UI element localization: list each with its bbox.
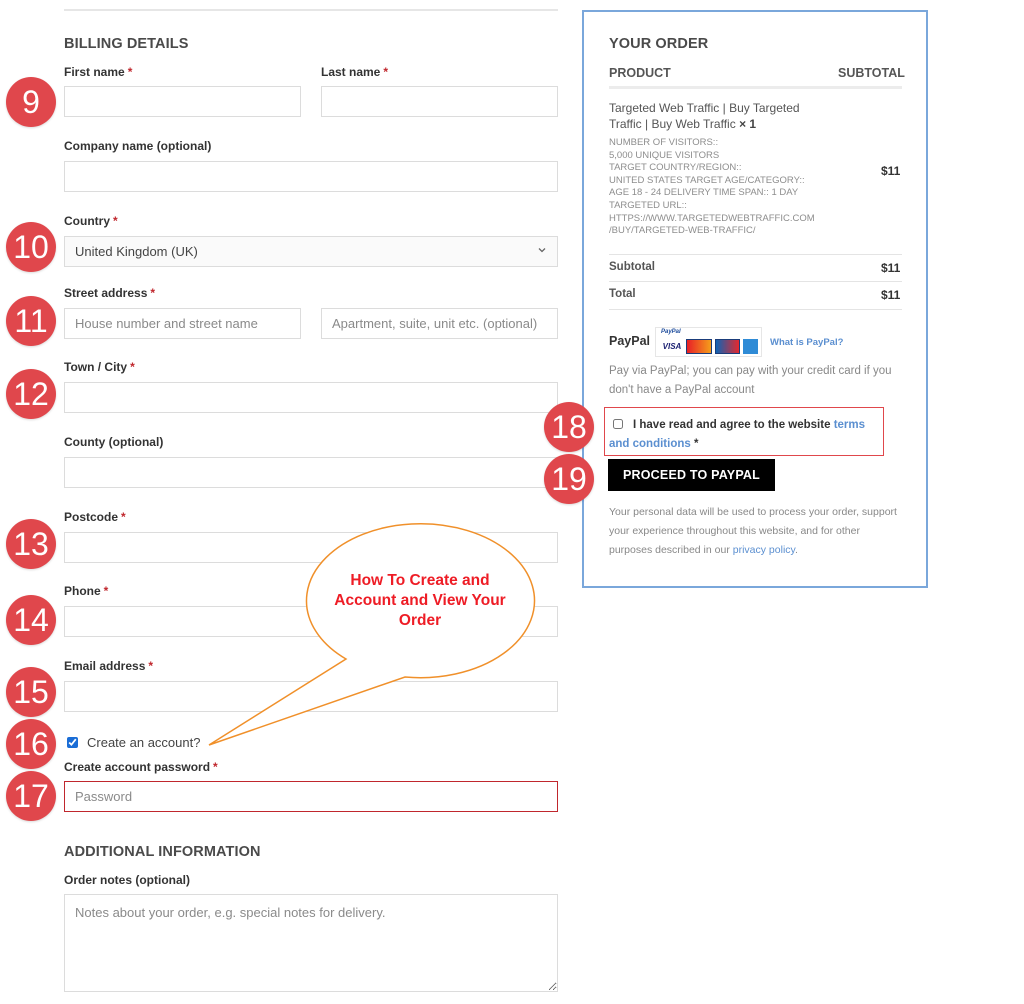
product-column-header: PRODUCT — [609, 66, 671, 80]
postcode-label: Postcode * — [64, 510, 126, 524]
visa-card-icon: VISA — [662, 342, 682, 351]
street-line1-input[interactable] — [64, 308, 301, 339]
additional-info-heading: ADDITIONAL INFORMATION — [64, 844, 261, 860]
step-badge: 13 — [6, 519, 56, 569]
payment-method-paypal[interactable]: PayPal — [609, 334, 650, 348]
proceed-to-paypal-button[interactable]: PROCEED TO PAYPAL — [608, 459, 775, 491]
last-name-label: Last name * — [321, 65, 389, 79]
company-label: Company name (optional) — [64, 139, 212, 153]
top-divider — [64, 9, 558, 11]
street-line2-input[interactable] — [321, 308, 558, 339]
row-divider — [609, 281, 902, 282]
required-mark: * — [383, 65, 389, 79]
first-name-label: First name * — [64, 65, 133, 79]
total-value: $11 — [881, 288, 901, 302]
postcode-input[interactable] — [64, 532, 558, 563]
chevron-down-icon — [538, 248, 546, 253]
email-input[interactable] — [64, 681, 558, 712]
required-mark: * — [127, 65, 133, 79]
company-input[interactable] — [64, 161, 558, 192]
maestro-card-icon — [715, 339, 740, 354]
town-label: Town / City * — [64, 360, 135, 374]
paypal-accepted-cards: PayPal VISA — [655, 327, 762, 357]
first-name-input[interactable] — [64, 86, 301, 117]
paypal-description: Pay via PayPal; you can pay with your cr… — [609, 365, 892, 396]
country-select[interactable]: United Kingdom (UK) — [64, 236, 558, 267]
billing-heading: BILLING DETAILS — [64, 36, 189, 52]
step-badge: 15 — [6, 667, 56, 717]
row-divider — [609, 254, 902, 255]
phone-label: Phone * — [64, 584, 109, 598]
phone-input[interactable] — [64, 606, 558, 637]
step-badge: 11 — [6, 296, 56, 346]
street-label: Street address * — [64, 286, 156, 300]
last-name-input[interactable] — [321, 86, 558, 117]
step-badge: 14 — [6, 595, 56, 645]
step-badge: 9 — [6, 77, 56, 127]
step-badge: 17 — [6, 771, 56, 821]
order-notes-label: Order notes (optional) — [64, 873, 190, 887]
step-badge: 16 — [6, 719, 56, 769]
line-price: $11 — [881, 164, 901, 178]
mastercard-card-icon — [686, 339, 712, 354]
password-input[interactable] — [64, 781, 558, 812]
terms-agreement: I have read and agree to the website ter… — [609, 419, 866, 450]
email-label: Email address * — [64, 659, 154, 673]
product-meta: NUMBER OF VISITORS:: 5,000 UNIQUE VISITO… — [609, 137, 815, 237]
step-badge: 12 — [6, 369, 56, 419]
county-input[interactable] — [64, 457, 558, 488]
total-label: Total — [609, 288, 636, 300]
town-input[interactable] — [64, 382, 558, 413]
subtotal-column-header: SUBTOTAL — [838, 66, 905, 80]
privacy-notice: Your personal data will be used to proce… — [609, 506, 897, 556]
country-selected-value: United Kingdom (UK) — [75, 244, 198, 259]
terms-checkbox[interactable] — [613, 419, 623, 429]
required-mark: * — [130, 360, 135, 374]
required-mark: * — [121, 510, 126, 524]
privacy-policy-link[interactable]: privacy policy — [733, 544, 795, 556]
password-label: Create account password * — [64, 760, 218, 774]
create-account-option[interactable]: Create an account? — [67, 735, 200, 750]
subtotal-label: Subtotal — [609, 261, 655, 273]
header-divider — [609, 86, 902, 89]
product-quantity: × 1 — [739, 117, 757, 131]
subtotal-value: $11 — [881, 261, 901, 275]
create-account-checkbox[interactable] — [67, 737, 78, 748]
county-label: County (optional) — [64, 435, 164, 449]
country-label: Country * — [64, 214, 118, 228]
create-account-label: Create an account? — [87, 735, 201, 750]
paypal-logo-icon: PayPal — [661, 329, 681, 335]
product-name: Targeted Web Traffic | Buy Targeted Traf… — [609, 101, 800, 131]
required-mark: * — [148, 659, 154, 673]
step-badge: 10 — [6, 222, 56, 272]
what-is-paypal-link[interactable]: What is PayPal? — [770, 337, 843, 348]
your-order-heading: YOUR ORDER — [609, 36, 709, 52]
required-mark: * — [213, 760, 218, 774]
amex-card-icon — [743, 339, 758, 354]
row-divider — [609, 309, 902, 310]
step-badge: 18 — [544, 402, 594, 452]
step-badge: 19 — [544, 454, 594, 504]
required-mark: * — [113, 214, 118, 228]
order-notes-textarea[interactable] — [64, 894, 558, 992]
required-mark: * — [103, 584, 109, 598]
required-mark: * — [150, 286, 156, 300]
